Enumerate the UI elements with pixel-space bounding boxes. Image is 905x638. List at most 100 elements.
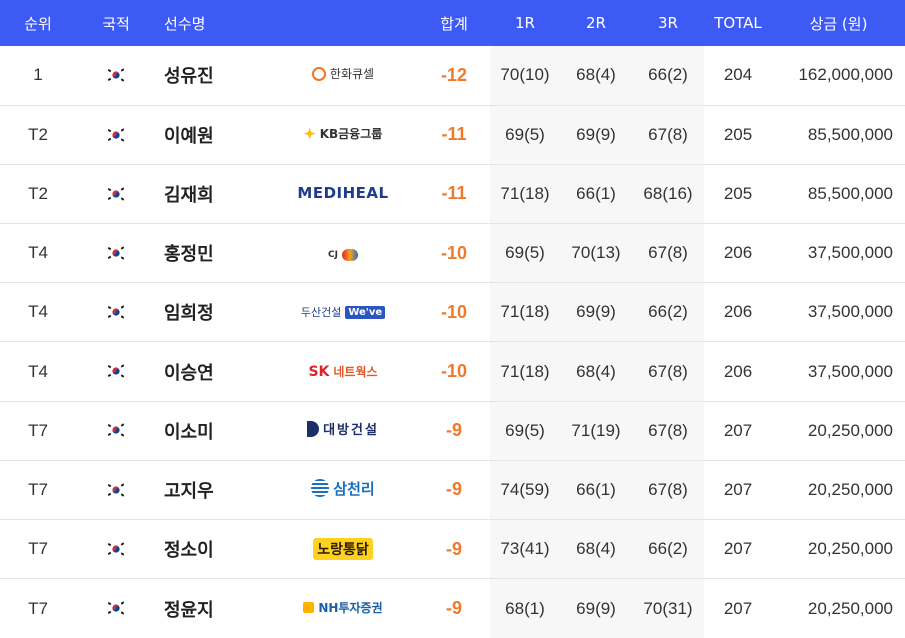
round3-cell: 66(2) bbox=[632, 282, 704, 342]
korea-flag-icon bbox=[105, 481, 127, 498]
player-name-link[interactable]: 정소이 bbox=[156, 520, 268, 579]
nationality-cell bbox=[76, 46, 156, 105]
player-name-link[interactable]: 정윤지 bbox=[156, 579, 268, 638]
total-score-cell: -10 bbox=[440, 361, 467, 382]
nationality-cell bbox=[76, 224, 156, 283]
total-score-cell: -9 bbox=[445, 479, 462, 500]
korea-flag-icon bbox=[105, 126, 127, 143]
sponsor-text: KB금융그룹 bbox=[319, 127, 383, 142]
round3-cell: 70(31) bbox=[632, 578, 704, 638]
round1-cell: 71(18) bbox=[490, 164, 560, 224]
table-row: T7 정소이 노랑통닭 -9 73(41) 68(4) 66(2) 207 20… bbox=[0, 519, 905, 579]
table-row: T7 이소미 대방건설 -9 69(5) 71(19) 67(8) 207 20… bbox=[0, 401, 905, 461]
nationality-cell bbox=[76, 579, 156, 638]
cj-logo: CJ bbox=[328, 249, 358, 262]
rank-cell: T4 bbox=[28, 361, 48, 381]
round2-cell: 68(4) bbox=[560, 46, 632, 106]
player-header: 선수명 bbox=[164, 14, 206, 33]
player-name-link[interactable]: 성유진 bbox=[156, 46, 268, 105]
player-name-link[interactable]: 고지우 bbox=[156, 460, 268, 519]
player-name-link[interactable]: 김재희 bbox=[156, 164, 268, 223]
round3-header: 3R bbox=[658, 14, 678, 32]
prize-cell: 20,250,000 bbox=[807, 479, 893, 499]
total-score-cell: -9 bbox=[445, 420, 462, 441]
sk-networks-logo: SK 네트웍스 bbox=[308, 363, 377, 380]
player-name-link[interactable]: 이예원 bbox=[156, 105, 268, 164]
norang-tongdak-logo: 노랑통닭 bbox=[313, 538, 373, 561]
player-name-link[interactable]: 이소미 bbox=[156, 401, 268, 460]
korea-flag-icon bbox=[105, 304, 127, 321]
prize-header: 상금 (원) bbox=[809, 14, 868, 33]
sponsor-cell: SK 네트웍스 bbox=[268, 342, 418, 401]
round3-cell: 67(8) bbox=[632, 401, 704, 461]
prize-cell: 37,500,000 bbox=[807, 361, 893, 381]
sponsor-badge: We've bbox=[345, 305, 386, 319]
nationality-cell bbox=[76, 520, 156, 579]
total-strokes-cell: 205 bbox=[723, 183, 753, 203]
korea-flag-icon bbox=[105, 363, 127, 380]
player-name-link[interactable]: 홍정민 bbox=[156, 224, 268, 283]
sponsor-text: 대방건설 bbox=[323, 423, 379, 439]
table-row: T4 이승연 SK 네트웍스 -10 71(18) 68(4) 67(8) 206… bbox=[0, 341, 905, 402]
nationality-cell bbox=[76, 460, 156, 519]
rank-cell: 1 bbox=[33, 65, 43, 85]
sponsor-text: 한화큐셀 bbox=[329, 67, 375, 82]
round1-cell: 70(10) bbox=[490, 46, 560, 106]
round2-cell: 70(13) bbox=[560, 223, 632, 283]
prize-cell: 85,500,000 bbox=[807, 124, 893, 144]
korea-flag-icon bbox=[105, 540, 127, 557]
sponsor-subtext: 네트웍스 bbox=[333, 365, 378, 380]
table-row: T4 홍정민 CJ -10 69(5) 70(13) 67(8) 206 37,… bbox=[0, 223, 905, 283]
sponsor-cell: CJ bbox=[268, 224, 418, 283]
total-score-cell: -9 bbox=[445, 598, 462, 619]
total-strokes-cell: 207 bbox=[723, 420, 753, 440]
mediheal-logo: MEDIHEAL bbox=[297, 184, 388, 202]
rank-cell: T7 bbox=[28, 479, 48, 499]
korea-flag-icon bbox=[105, 600, 127, 617]
prize-cell: 37,500,000 bbox=[807, 302, 893, 322]
round1-cell: 68(1) bbox=[490, 578, 560, 638]
table-row: T7 고지우 삼천리 -9 74(59) 66(1) 67(8) 207 20,… bbox=[0, 460, 905, 520]
nationality-cell bbox=[76, 401, 156, 460]
round3-cell: 67(8) bbox=[632, 460, 704, 520]
sponsor-header bbox=[268, 0, 418, 46]
round1-cell: 69(5) bbox=[490, 401, 560, 461]
player-name-link[interactable]: 이승연 bbox=[156, 342, 268, 401]
player-name-link[interactable]: 임희정 bbox=[156, 283, 268, 342]
nationality-cell bbox=[76, 105, 156, 164]
daebang-logo: 대방건설 bbox=[307, 419, 379, 438]
kb-financial-logo: KB금융그룹 bbox=[303, 125, 383, 142]
nh-securities-logo: NH투자증권 bbox=[303, 599, 383, 616]
round2-cell: 69(9) bbox=[560, 578, 632, 638]
sponsor-cell: 삼천리 bbox=[268, 460, 418, 519]
round1-cell: 73(41) bbox=[490, 519, 560, 579]
nationality-cell bbox=[76, 342, 156, 401]
table-row: T4 임희정 두산건설 We've -10 71(18) 69(9) 66(2) … bbox=[0, 282, 905, 342]
total-score-cell: -12 bbox=[440, 64, 467, 85]
round2-cell: 68(4) bbox=[560, 341, 632, 402]
nationality-header: 국적 bbox=[102, 14, 130, 33]
sponsor-cell: NH투자증권 bbox=[268, 579, 418, 638]
round3-cell: 67(8) bbox=[632, 341, 704, 402]
total-strokes-cell: 205 bbox=[723, 124, 753, 144]
total-score-cell: -11 bbox=[441, 183, 467, 204]
table-header-row: 순위 국적 선수명 합계 1R 2R 3R TOTAL 상금 (원) bbox=[0, 0, 905, 46]
korea-flag-icon bbox=[105, 422, 127, 439]
hanwha-qcells-logo: 한화큐셀 bbox=[311, 65, 375, 82]
round1-cell: 71(18) bbox=[490, 341, 560, 402]
rank-cell: T7 bbox=[28, 420, 48, 440]
rank-cell: T4 bbox=[28, 243, 48, 263]
sponsor-cell: MEDIHEAL bbox=[268, 164, 418, 223]
sponsor-text: 노랑통닭 bbox=[317, 542, 369, 559]
rank-cell: T2 bbox=[28, 124, 48, 144]
sponsor-cell: 대방건설 bbox=[268, 401, 418, 460]
sponsor-cell: 한화큐셀 bbox=[268, 46, 418, 105]
round3-cell: 66(2) bbox=[632, 46, 704, 106]
total-strokes-cell: 206 bbox=[723, 361, 753, 381]
table-row: 1 성유진 한화큐셀 -12 70(10) 68(4) 66(2) 204 16… bbox=[0, 46, 905, 106]
total-strokes-cell: 207 bbox=[723, 598, 753, 618]
round1-cell: 71(18) bbox=[490, 282, 560, 342]
rank-cell: T4 bbox=[28, 302, 48, 322]
round2-cell: 66(1) bbox=[560, 164, 632, 224]
prize-cell: 20,250,000 bbox=[807, 420, 893, 440]
